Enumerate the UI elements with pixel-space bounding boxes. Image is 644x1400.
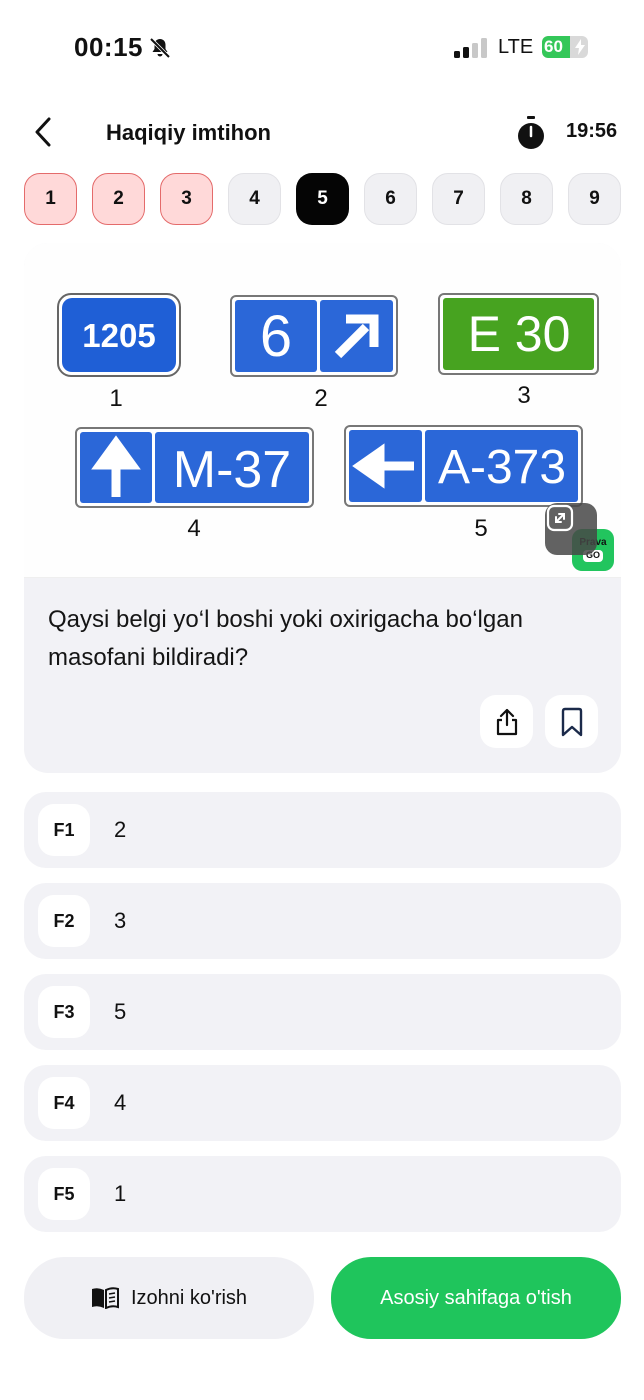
bookmark-icon [561,707,582,736]
app-header: Haqiqiy imtihon 19:56 [0,108,644,158]
answer-value: 3 [114,908,127,933]
answer-option-f5[interactable]: F5 1 [24,1156,621,1232]
question-card: 1205 1 6 2 E 30 3 M-37 4 A-373 5 GO Qays… [24,243,621,773]
expand-icon [546,504,574,532]
book-icon [91,1287,119,1309]
sign-1-label: 1 [109,385,122,412]
answer-list: F1 2 F2 3 F3 5 F4 4 F5 1 [24,792,621,1247]
sign-1-text: 1205 [82,317,155,354]
question-image: 1205 1 6 2 E 30 3 M-37 4 A-373 5 GO [24,243,621,578]
exam-timer: 19:56 [566,120,618,142]
signal-icon [454,38,487,58]
answer-key: F5 [38,1168,90,1220]
answer-key: F2 [38,895,90,947]
answer-option-f1[interactable]: F1 2 [24,792,621,868]
answer-value: 5 [114,999,127,1024]
question-nav-item-7[interactable]: 7 [432,173,485,225]
share-icon [496,708,517,735]
view-explanation-button[interactable]: Izohni ko'rish [24,1257,314,1339]
sign-3-label: 3 [517,382,530,409]
sign-5-text: A-373 [438,441,566,494]
sign-m37: M-37 [75,427,314,508]
answer-key: F4 [38,1077,90,1129]
sign-3-text: E 30 [468,306,571,362]
sign-1205: 1205 [57,293,181,377]
network-type: LTE [498,36,534,58]
sign-e30: E 30 [438,293,599,375]
road-signs-illustration: 1205 1 6 2 E 30 3 M-37 4 A-373 5 [57,293,599,542]
answer-value: 4 [114,1090,127,1115]
sign-4-text: M-37 [173,441,291,499]
question-nav-item-5[interactable]: 5 [296,173,349,225]
question-nav-item-9[interactable]: 9 [568,173,621,225]
sign-6-arrow: 6 [230,295,398,377]
question-nav-item-8[interactable]: 8 [500,173,553,225]
answer-key: F3 [38,986,90,1038]
sign-2-label: 2 [314,385,327,412]
answer-option-f3[interactable]: F3 5 [24,974,621,1050]
status-time: 00:15 [74,32,143,62]
bell-slash-icon [149,37,171,59]
share-button[interactable] [480,695,533,748]
bookmark-button[interactable] [545,695,598,748]
answer-key: F1 [38,804,90,856]
go-home-label: Asosiy sahifaga o'tish [380,1286,572,1309]
question-nav: 1 2 3 4 5 6 7 8 9 [24,173,621,225]
battery-charging-icon: 60 [542,36,588,58]
battery-level: 60 [544,37,563,56]
chevron-left-icon [35,117,51,147]
answer-value: 2 [114,817,127,842]
sign-4-label: 4 [187,515,200,542]
go-home-button[interactable]: Asosiy sahifaga o'tish [331,1257,621,1339]
question-text: Qaysi belgi yo‘l boshi yoki oxirigacha b… [48,606,523,671]
question-nav-item-4[interactable]: 4 [228,173,281,225]
sign-2-text: 6 [260,304,292,369]
question-nav-item-1[interactable]: 1 [24,173,77,225]
sign-5-label: 5 [474,515,487,542]
answer-option-f2[interactable]: F2 3 [24,883,621,959]
sign-a373: A-373 [344,425,583,507]
question-nav-item-6[interactable]: 6 [364,173,417,225]
answer-value: 1 [114,1181,127,1206]
status-bar: 00:15 LTE 60 [0,0,644,96]
view-explanation-label: Izohni ko'rish [130,1286,248,1309]
stopwatch-icon [518,116,544,149]
bolt-icon [575,39,585,55]
expand-image-button[interactable] [545,503,597,555]
question-nav-item-3[interactable]: 3 [160,173,213,225]
answer-option-f4[interactable]: F4 4 [24,1065,621,1141]
question-nav-item-2[interactable]: 2 [92,173,145,225]
page-title: Haqiqiy imtihon [106,120,271,145]
back-button[interactable] [28,112,58,152]
